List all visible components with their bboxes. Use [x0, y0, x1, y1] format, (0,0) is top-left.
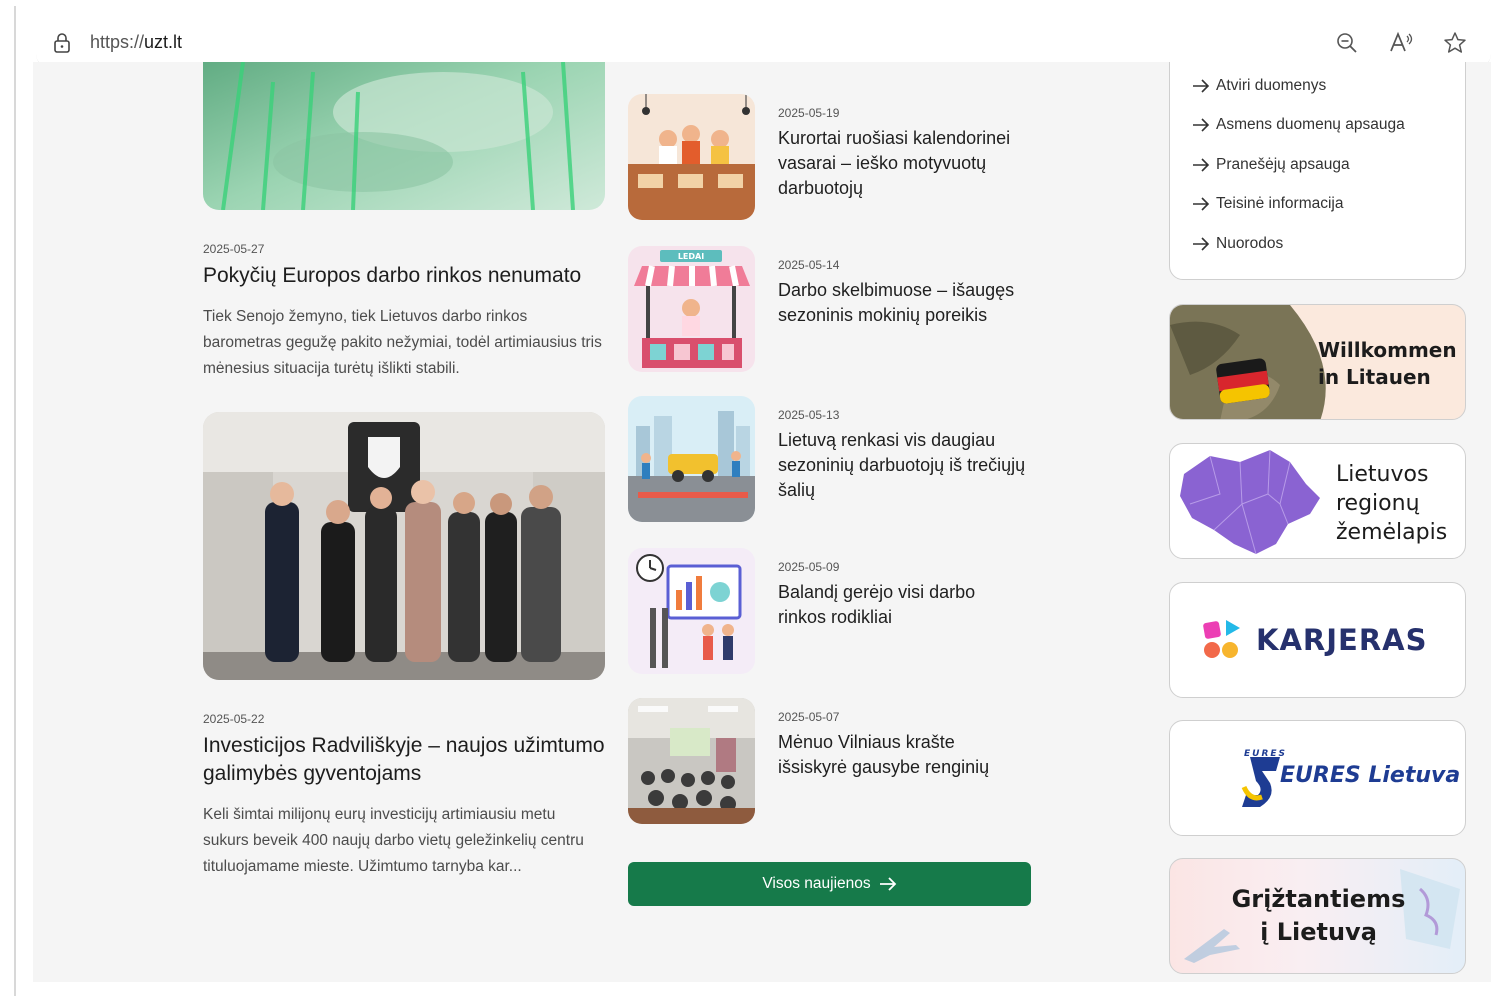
- sidebar-link-teisine-informacija[interactable]: Teisinė informacija: [1192, 195, 1344, 213]
- sidebar-link-asmens-duomenu-apsauga[interactable]: Asmens duomenų apsauga: [1192, 116, 1405, 134]
- news-text: 2025-05-19 Kurortai ruošiasi kalendorine…: [778, 106, 1028, 201]
- sidebar-link-label: Pranešėjų apsauga: [1216, 156, 1350, 173]
- address-bar[interactable]: https://uzt.lt: [36, 16, 1491, 68]
- news-title[interactable]: Lietuvą renkasi vis daugiau sezoninių da…: [778, 428, 1028, 503]
- news-text: 2025-05-07 Mėnuo Vilniaus krašte išsisky…: [778, 710, 1028, 780]
- article-title[interactable]: Pokyčių Europos darbo rinkos nenumato: [203, 262, 605, 290]
- article-date: 2025-05-22: [203, 712, 265, 726]
- article-1[interactable]: 2025-05-27 Pokyčių Europos darbo rinkos …: [203, 242, 605, 382]
- arrow-right-icon: [1193, 197, 1210, 211]
- read-aloud-icon[interactable]: [1388, 30, 1414, 56]
- arrow-right-icon: [879, 877, 896, 891]
- sidebar-links-box: Atviri duomenys Asmens duomenų apsauga P…: [1169, 62, 1466, 280]
- karjeras-logo-icon: [1203, 620, 1240, 658]
- banner-willkommen-in-litauen[interactable]: Willkommen in Litauen: [1169, 304, 1466, 420]
- arrow-right-icon: [1193, 237, 1210, 251]
- banner-karjeras[interactable]: KARJERAS: [1169, 582, 1466, 698]
- sidebar-link-label: Atviri duomenys: [1216, 77, 1327, 94]
- german-flag-icon: [1216, 358, 1270, 404]
- arrow-right-icon: [1193, 79, 1210, 93]
- arrow-right-icon: [1193, 158, 1210, 172]
- banner-regionu-text: Lietuvos regionų žemėlapis: [1336, 462, 1448, 545]
- karjeras-wordmark: KARJERAS: [1256, 623, 1428, 657]
- arrow-right-icon: [1193, 118, 1210, 132]
- url-text[interactable]: https://uzt.lt: [90, 32, 182, 53]
- news-title[interactable]: Darbo skelbimuose – išaugęs sezoninis mo…: [778, 278, 1028, 328]
- news-date: 2025-05-19: [778, 106, 840, 120]
- sidebar-link-label: Nuorodos: [1216, 235, 1284, 252]
- news-date: 2025-05-09: [778, 560, 840, 574]
- banner-eures-lietuva[interactable]: EURES EURES Lietuva: [1169, 720, 1466, 836]
- news-thumbnail[interactable]: [628, 396, 755, 522]
- all-news-label: Visos naujienos: [762, 875, 871, 892]
- article-excerpt: Keli šimtai milijonų eurų investicijų ar…: [203, 806, 584, 875]
- news-thumbnail[interactable]: [628, 94, 755, 220]
- news-title[interactable]: Balandį gerėjo visi darbo rinkos rodikli…: [778, 580, 1028, 630]
- sidebar-link-praneseju-apsauga[interactable]: Pranešėjų apsauga: [1192, 156, 1350, 174]
- lithuania-map-icon: [1180, 450, 1320, 554]
- ledai-sign-text: LEDAI: [678, 252, 704, 261]
- article-date: 2025-05-27: [203, 242, 265, 256]
- news-title[interactable]: Kurortai ruošiasi kalendorinei vasarai –…: [778, 126, 1028, 201]
- article-image-top[interactable]: [203, 62, 605, 210]
- url-domain: uzt.lt: [144, 32, 183, 52]
- news-thumbnail[interactable]: [628, 698, 755, 824]
- news-thumbnail[interactable]: LEDAI: [628, 246, 755, 372]
- page-content: 2025-05-27 Pokyčių Europos darbo rinkos …: [33, 62, 1491, 982]
- article-excerpt: Tiek Senojo žemyno, tiek Lietuvos darbo …: [203, 308, 602, 377]
- news-thumbnail[interactable]: [628, 548, 755, 674]
- sidebar-link-label: Asmens duomenų apsauga: [1216, 116, 1405, 133]
- banner-griztantiems-text: Grįžtantiems į Lietuvą: [1231, 885, 1406, 946]
- url-protocol: https://: [90, 32, 145, 52]
- banner-willkommen-text: Willkommen in Litauen: [1318, 338, 1457, 389]
- sidebar-link-nuorodos[interactable]: Nuorodos: [1192, 235, 1283, 253]
- article-title[interactable]: Investicijos Radviliškyje – naujos užimt…: [203, 732, 605, 788]
- eures-logo-icon: [1241, 757, 1280, 807]
- news-item[interactable]: LEDAI 2025-05-14 Darbo skelbimuose – iša…: [628, 246, 1030, 372]
- news-date: 2025-05-13: [778, 408, 840, 422]
- news-text: 2025-05-14 Darbo skelbimuose – išaugęs s…: [778, 258, 1028, 328]
- news-text: 2025-05-09 Balandį gerėjo visi darbo rin…: [778, 560, 1028, 630]
- news-title[interactable]: Mėnuo Vilniaus krašte išsiskyrė gausybe …: [778, 730, 1028, 780]
- news-text: 2025-05-13 Lietuvą renkasi vis daugiau s…: [778, 408, 1028, 503]
- news-item[interactable]: 2025-05-19 Kurortai ruošiasi kalendorine…: [628, 94, 1030, 220]
- eures-wordmark: EURES Lietuva: [1280, 763, 1461, 788]
- news-date: 2025-05-07: [778, 710, 840, 724]
- article-2[interactable]: 2025-05-22 Investicijos Radviliškyje – n…: [203, 712, 605, 880]
- all-news-button[interactable]: Visos naujienos: [628, 862, 1031, 906]
- zoom-out-icon[interactable]: [1334, 30, 1360, 56]
- banner-griztantiems-i-lietuva[interactable]: Grįžtantiems į Lietuvą: [1169, 858, 1466, 974]
- article-photo-radviliskis[interactable]: [203, 412, 605, 680]
- news-date: 2025-05-14: [778, 258, 840, 272]
- news-item[interactable]: 2025-05-07 Mėnuo Vilniaus krašte išsisky…: [628, 698, 1030, 824]
- banner-lietuvos-regionu-zemelapis[interactable]: Lietuvos regionų žemėlapis: [1169, 443, 1466, 559]
- sidebar-link-atviri-duomenys[interactable]: Atviri duomenys: [1192, 77, 1326, 95]
- favorite-star-icon[interactable]: [1442, 30, 1468, 56]
- news-item[interactable]: 2025-05-13 Lietuvą renkasi vis daugiau s…: [628, 396, 1030, 522]
- news-item[interactable]: 2025-05-09 Balandį gerėjo visi darbo rin…: [628, 548, 1030, 674]
- lock-icon[interactable]: [52, 32, 72, 54]
- sidebar-link-label: Teisinė informacija: [1216, 195, 1344, 212]
